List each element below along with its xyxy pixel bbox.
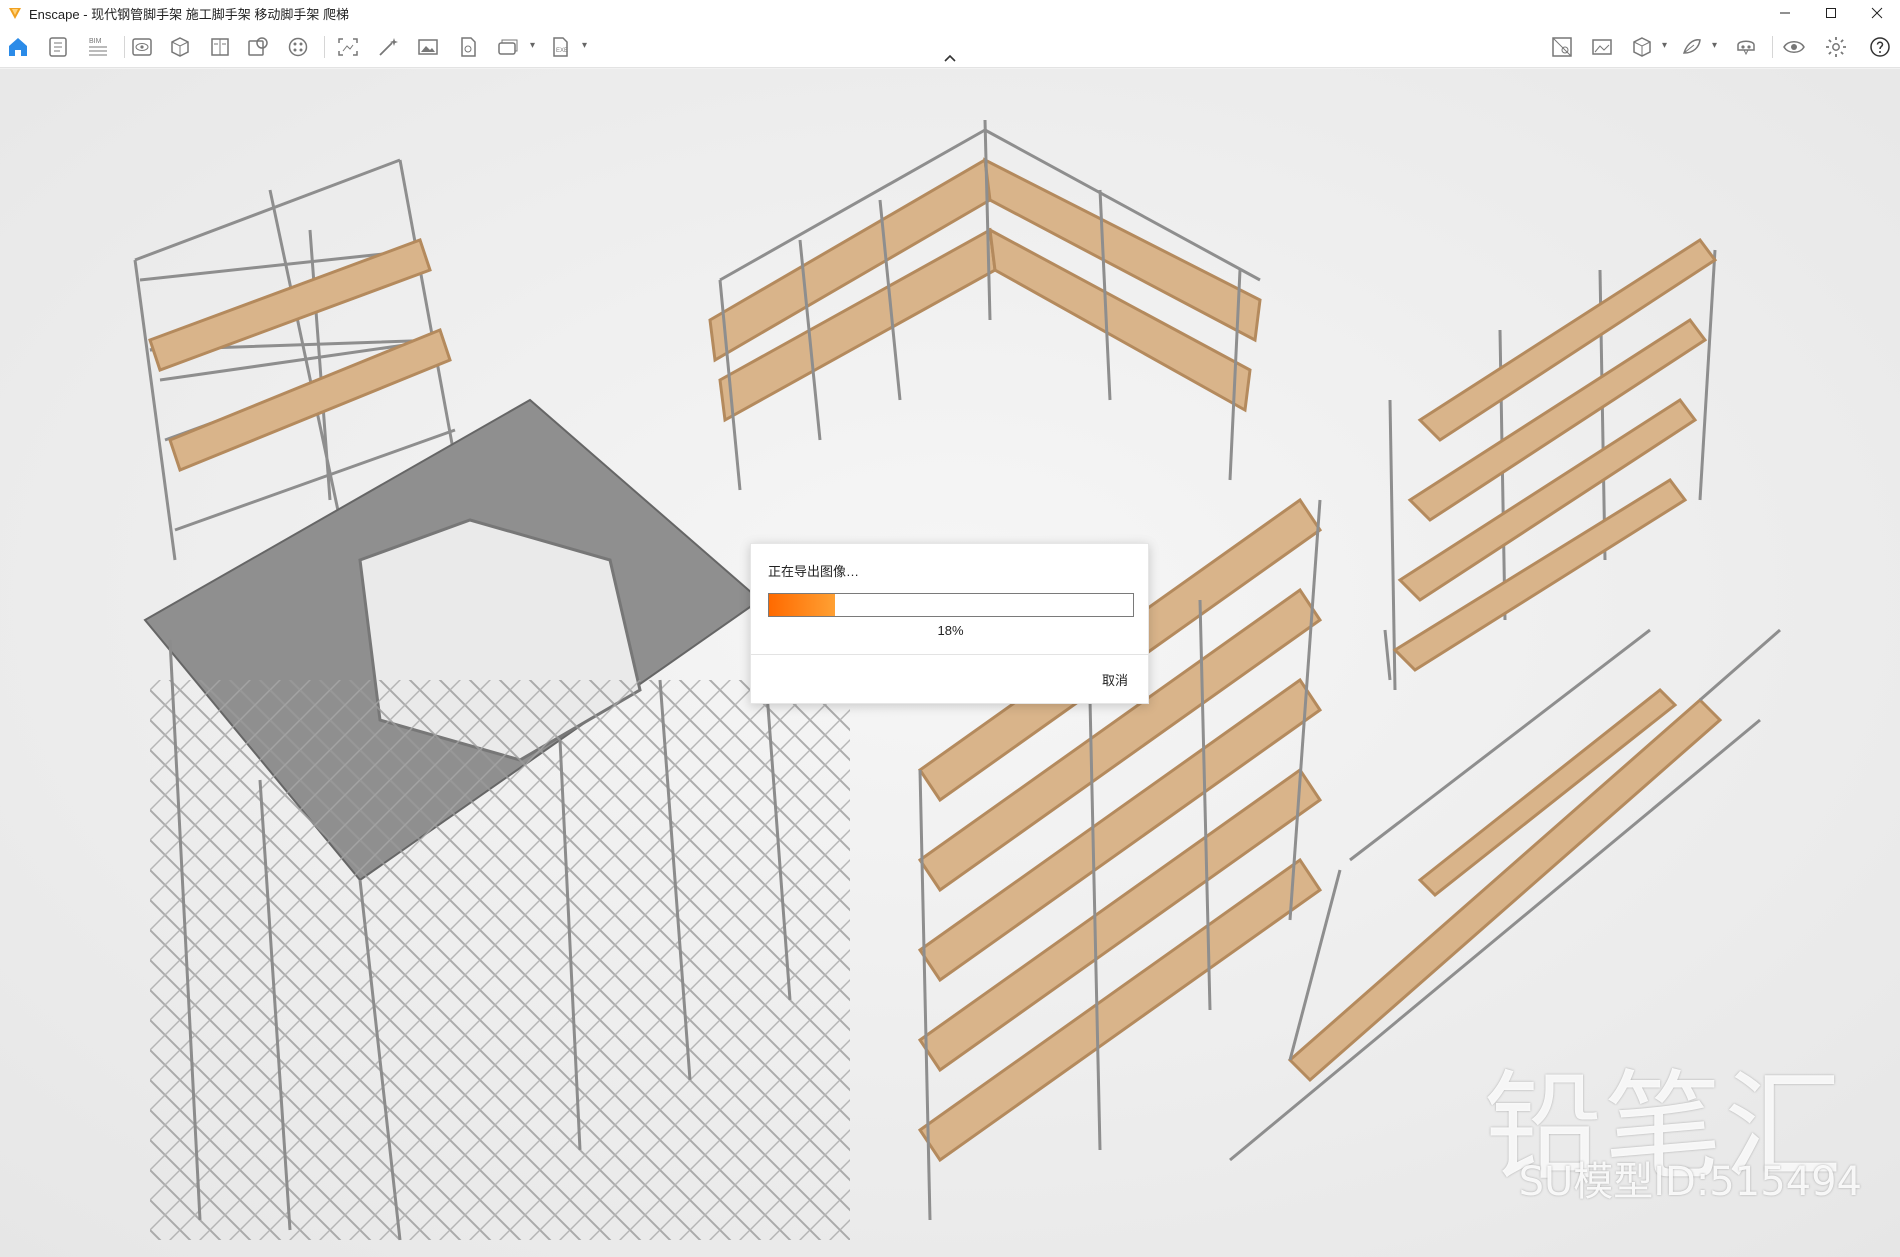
vr-icon[interactable] — [1732, 34, 1760, 60]
chevron-down-icon[interactable]: ▾ — [1712, 40, 1717, 51]
bim-icon[interactable]: BIM — [84, 34, 112, 60]
maximize-button[interactable] — [1808, 0, 1854, 26]
collapse-toolbar-chevron-icon[interactable] — [940, 50, 960, 66]
eye-frame-icon[interactable] — [128, 34, 156, 60]
export-progress-bar — [768, 593, 1134, 617]
chevron-down-icon[interactable]: ▾ — [1662, 40, 1667, 51]
view-cube-icon[interactable] — [1628, 34, 1656, 60]
magic-icon[interactable] — [374, 34, 402, 60]
svg-text:BIM: BIM — [89, 38, 102, 45]
document-icon[interactable] — [44, 34, 72, 60]
window-title: Enscape - 现代钢管脚手架 施工脚手架 移动脚手架 爬梯 — [29, 6, 349, 22]
material-icon[interactable] — [1678, 34, 1706, 60]
chevron-down-icon[interactable]: ▾ — [582, 40, 587, 51]
chevron-down-icon[interactable]: ▾ — [530, 40, 535, 51]
site-context-icon[interactable] — [1548, 34, 1576, 60]
enscape-window: Enscape - 现代钢管脚手架 施工脚手架 移动脚手架 爬梯 BIM ▾ E… — [0, 0, 1900, 1257]
book-icon[interactable] — [206, 34, 234, 60]
panorama-icon[interactable] — [454, 34, 482, 60]
progress-percentage: 18% — [937, 623, 964, 638]
dialog-divider — [751, 654, 1150, 655]
toolbar-separator — [1772, 36, 1773, 58]
export-status-message: 正在导出图像… — [768, 564, 860, 579]
cancel-button[interactable]: 取消 — [1102, 670, 1128, 689]
screenshot-icon[interactable] — [334, 34, 362, 60]
palette-icon[interactable] — [284, 34, 312, 60]
progress-fill — [769, 594, 835, 616]
window-controls — [1762, 0, 1900, 26]
cube-map-icon[interactable] — [166, 34, 194, 60]
image-settings-icon[interactable] — [1588, 34, 1616, 60]
title-bar: Enscape - 现代钢管脚手架 施工脚手架 移动脚手架 爬梯 — [0, 0, 1900, 26]
export-progress-dialog: 正在导出图像… 18% 取消 — [750, 543, 1150, 704]
minimize-button[interactable] — [1762, 0, 1808, 26]
batch-render-icon[interactable] — [494, 34, 522, 60]
toolbar-separator — [324, 36, 325, 58]
home-icon[interactable] — [4, 34, 32, 60]
visibility-icon[interactable] — [1780, 34, 1808, 60]
toolbar-separator — [124, 36, 125, 58]
close-button[interactable] — [1854, 0, 1900, 26]
export-exe-icon[interactable]: EXE — [546, 34, 574, 60]
watermark-model-id: SU模型ID:515494 — [1518, 1159, 1862, 1205]
asset-library-icon[interactable] — [244, 34, 272, 60]
image-icon[interactable] — [414, 34, 442, 60]
help-icon[interactable] — [1866, 34, 1894, 60]
enscape-logo-icon — [9, 8, 21, 19]
svg-text:EXE: EXE — [556, 48, 568, 54]
settings-icon[interactable] — [1822, 34, 1850, 60]
